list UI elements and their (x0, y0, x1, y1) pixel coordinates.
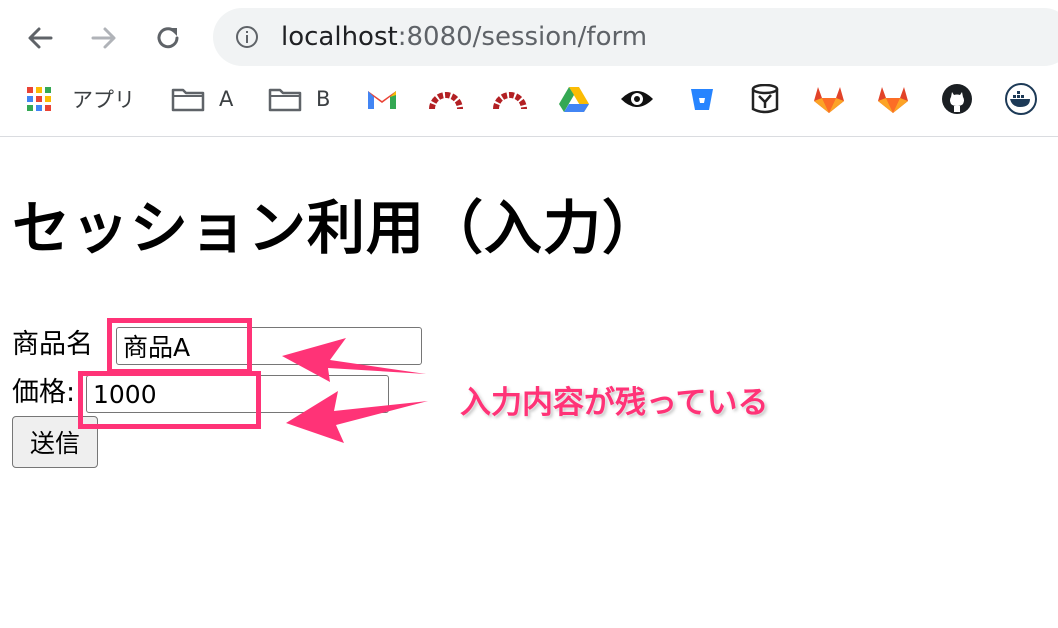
folder-icon (268, 88, 302, 112)
bookmark-google-drive[interactable] (558, 76, 590, 122)
highlight-box-price (78, 371, 261, 429)
bookmark-folder-b[interactable]: B (268, 76, 330, 122)
bitbucket-icon (691, 89, 713, 110)
annotation-arrow-upper (282, 338, 426, 382)
bookmark-folder-b-label: B (316, 87, 331, 111)
forward-button[interactable] (86, 20, 122, 56)
bookmark-github[interactable] (941, 76, 973, 122)
reload-icon (157, 27, 179, 49)
redmine-icon (493, 92, 527, 110)
product-name-label: 商品名 (12, 329, 93, 360)
bookmarks-bar: アプリ A B (0, 76, 1058, 122)
page-title: セッション利用（入力） (12, 194, 662, 262)
bookmark-bitbucket[interactable] (689, 76, 715, 122)
gmail-icon (368, 91, 396, 109)
info-icon[interactable] (235, 25, 259, 49)
bookmark-folder-a[interactable]: A (171, 76, 233, 122)
redmine-icon (429, 92, 463, 110)
bookmark-gmail[interactable] (366, 76, 398, 122)
folder-icon (171, 88, 205, 112)
address-bar[interactable]: localhost:8080/session/form (213, 8, 1058, 66)
bookmark-apps-label: アプリ (72, 88, 135, 112)
url-host: localhost (281, 22, 398, 52)
github-icon (942, 84, 972, 114)
price-label: 価格: (12, 377, 76, 408)
bookmark-gitlab-2[interactable] (876, 76, 910, 122)
page-content: セッション利用（入力） 商品名 価格: 送信 入力内容が残っている (0, 137, 1058, 628)
forward-arrow-icon (91, 27, 116, 49)
gitlab-icon (814, 87, 844, 113)
annotation-arrow-lower (286, 391, 428, 443)
bookmark-redmine-1[interactable] (428, 76, 464, 122)
highlight-box-product (107, 318, 252, 374)
url-path: :8080/session/form (397, 22, 648, 52)
gitlab-icon (878, 87, 908, 113)
bookmark-docker[interactable] (1005, 76, 1037, 122)
apps-grid-icon (27, 87, 51, 111)
reload-button[interactable] (150, 20, 186, 56)
annotation-text: 入力内容が残っている (460, 385, 769, 421)
bookmark-gitlab-1[interactable] (812, 76, 846, 122)
eye-icon (621, 91, 653, 107)
bookmark-redmine-2[interactable] (492, 76, 528, 122)
bookmark-folder-a-label: A (219, 87, 234, 111)
bird-logo-icon (751, 84, 779, 114)
back-button[interactable] (22, 20, 58, 56)
url-text[interactable]: localhost:8080/session/form (281, 20, 647, 54)
bookmark-misc[interactable] (751, 76, 779, 122)
google-drive-icon (559, 87, 589, 112)
bookmark-eye[interactable] (620, 76, 654, 122)
docker-icon (1005, 83, 1037, 115)
bookmark-apps[interactable]: アプリ (26, 76, 135, 122)
browser-chrome: localhost:8080/session/form アプリ A B (0, 0, 1058, 136)
back-arrow-icon (28, 27, 53, 49)
